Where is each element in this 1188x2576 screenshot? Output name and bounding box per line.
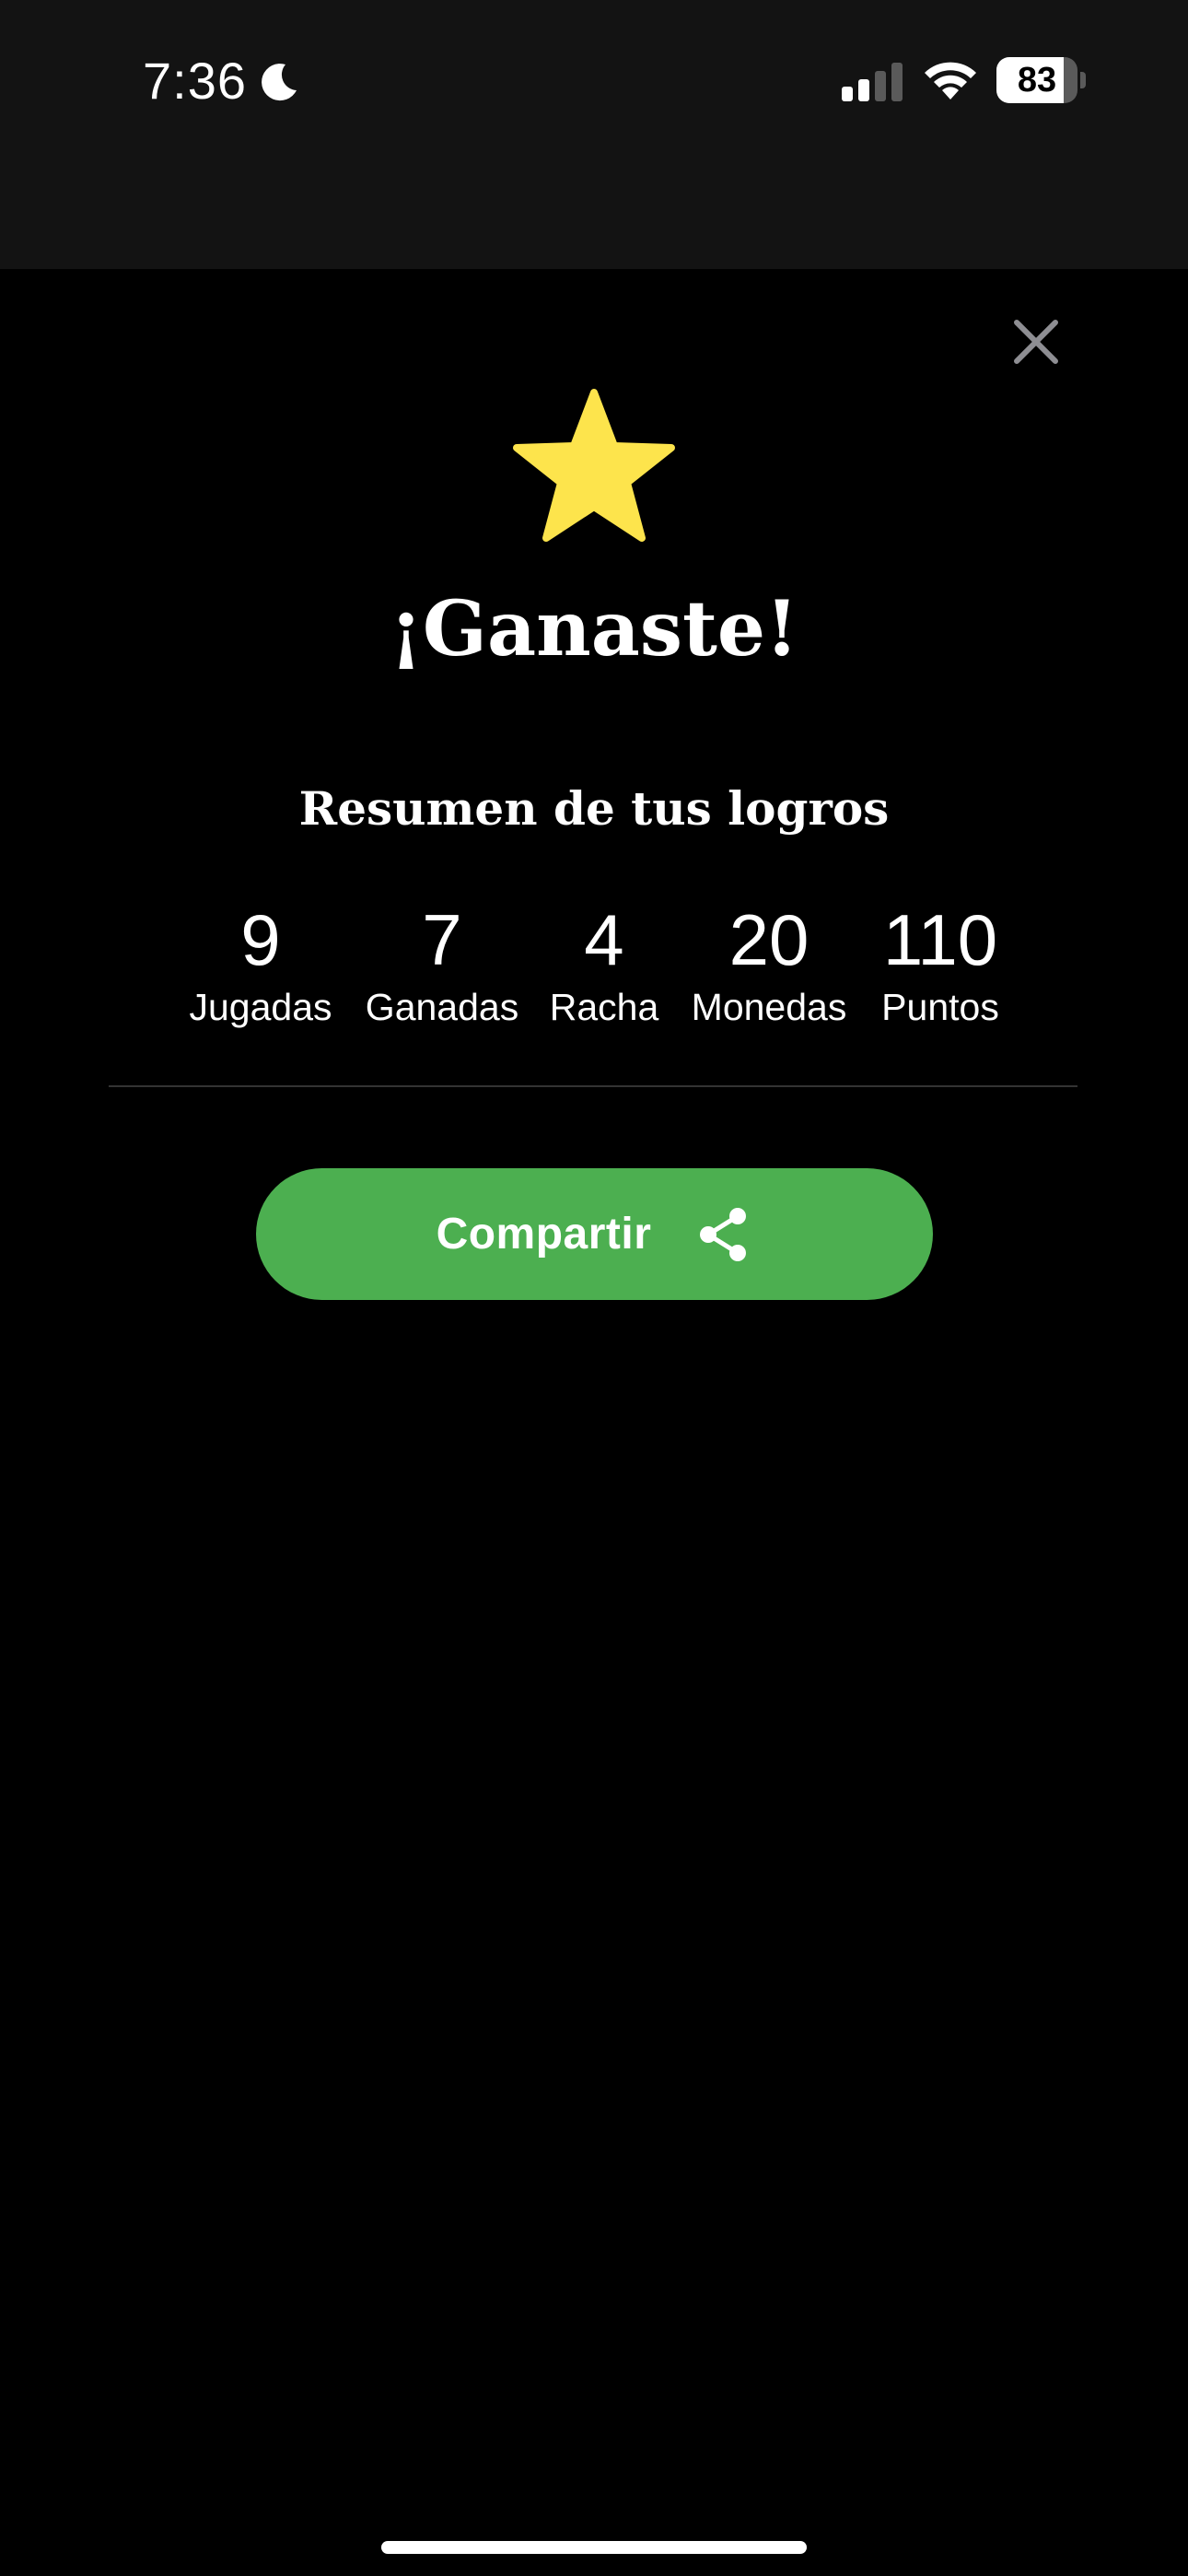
summary-heading: Resumen de tus logros: [298, 781, 890, 836]
share-button-label: Compartir: [436, 1210, 652, 1259]
close-button[interactable]: [1006, 311, 1066, 372]
star-icon: [513, 389, 675, 542]
close-icon: [1014, 320, 1058, 364]
stat-label: Ganadas: [365, 986, 519, 1028]
win-title: ¡Ganaste!: [389, 585, 799, 673]
share-button[interactable]: Compartir: [256, 1168, 933, 1300]
stat-value: 7: [422, 899, 462, 980]
stat-label: Jugadas: [189, 986, 332, 1028]
stat-coins: 20 Monedas: [692, 896, 847, 1030]
stat-label: Puntos: [881, 986, 999, 1028]
stat-value: 4: [584, 899, 624, 980]
stat-points: 110 Puntos: [881, 896, 999, 1030]
stats-row: 9 Jugadas 7 Ganadas 4 Racha 20 Monedas 1…: [0, 896, 1188, 1034]
stat-streak: 4 Racha: [550, 896, 659, 1030]
status-bar: 7:36 83: [0, 0, 1188, 269]
divider: [109, 1085, 1077, 1087]
battery-level: 83: [1017, 61, 1057, 100]
status-time: 7:36: [143, 52, 247, 110]
stat-value: 9: [240, 899, 281, 980]
stat-value: 20: [728, 899, 809, 980]
battery-icon: 83: [996, 57, 1086, 103]
signal-icon: [842, 63, 903, 101]
home-indicator[interactable]: [381, 2541, 807, 2554]
stat-label: Racha: [549, 986, 659, 1028]
stat-played: 9 Jugadas: [189, 896, 332, 1030]
stat-won: 7 Ganadas: [366, 896, 518, 1030]
moon-icon: [262, 64, 297, 101]
share-icon: [700, 1207, 747, 1261]
stat-label: Monedas: [691, 986, 847, 1028]
wifi-icon: [925, 62, 976, 100]
stat-value: 110: [882, 899, 998, 980]
